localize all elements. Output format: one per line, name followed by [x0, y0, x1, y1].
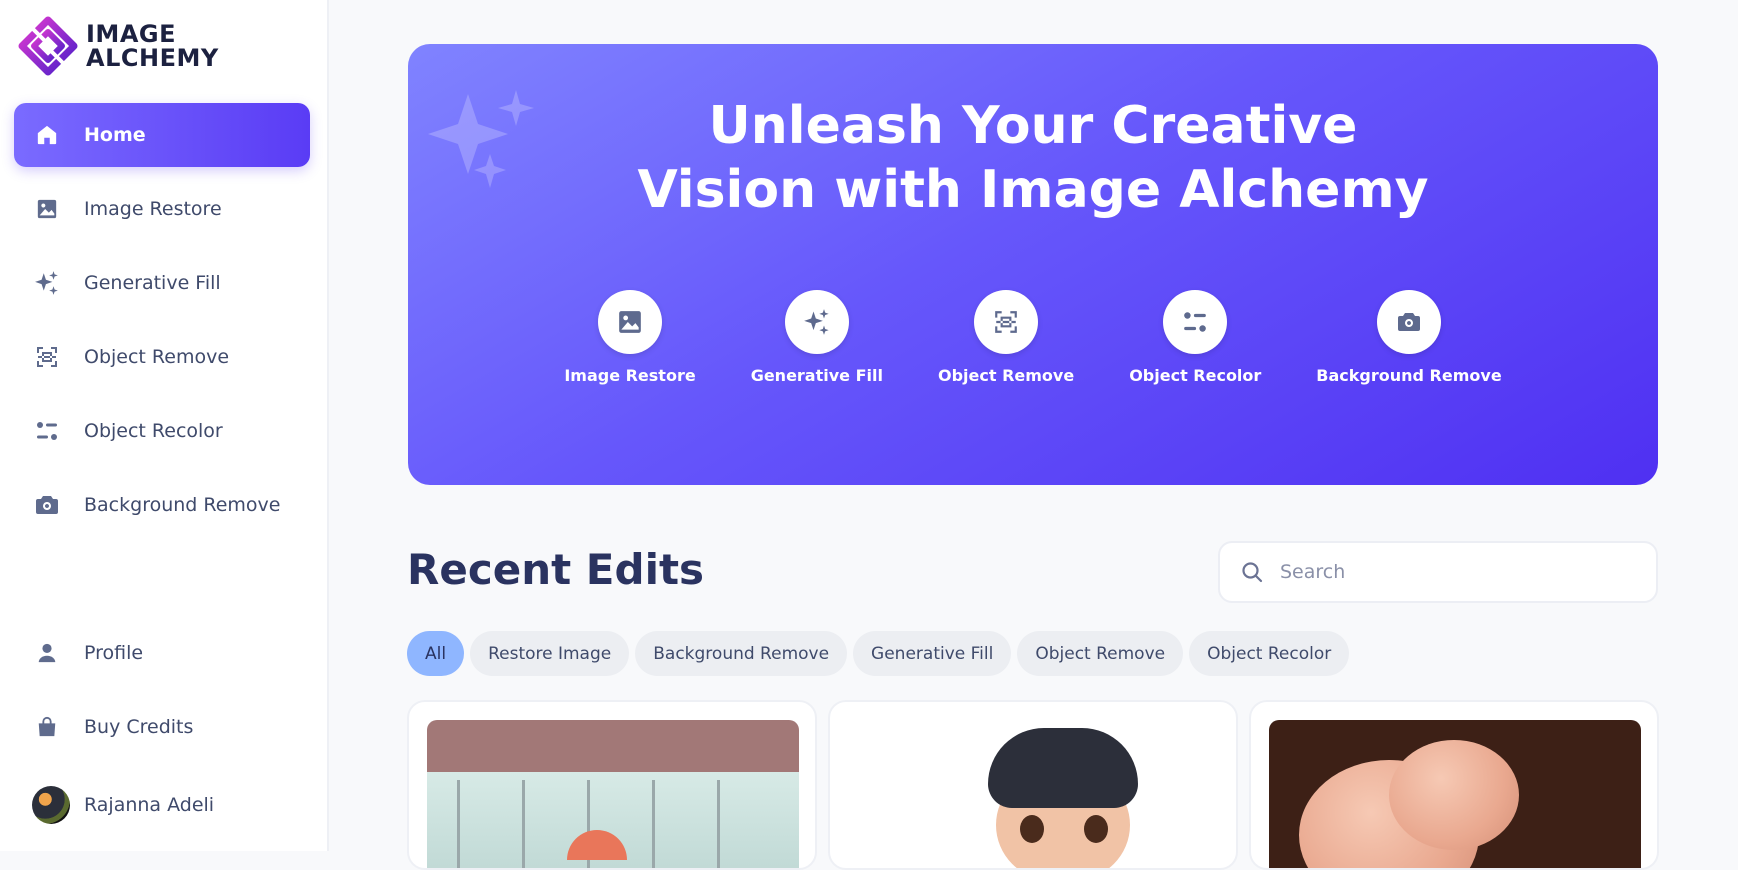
sidebar-item-generative-fill[interactable]: Generative Fill — [14, 251, 310, 315]
scan-icon — [995, 311, 1017, 333]
sidebar-item-object-remove[interactable]: Object Remove — [14, 325, 310, 389]
tool-label: Object Remove — [937, 366, 1075, 385]
hero-tool-generative-fill[interactable]: Generative Fill — [751, 290, 883, 385]
user-profile[interactable]: Rajanna Adeli — [32, 786, 214, 824]
sidebar-item-label: Background Remove — [84, 494, 281, 516]
tool-label: Background Remove — [1316, 366, 1502, 385]
sidebar-item-home[interactable]: Home — [14, 103, 310, 167]
thumbnail-detail — [652, 780, 655, 868]
sparkles-icon — [34, 270, 60, 296]
hero-tool-background-remove[interactable]: Background Remove — [1316, 290, 1502, 385]
tool-button[interactable] — [974, 290, 1039, 354]
search-icon — [1242, 562, 1263, 583]
filter-chip-restore-image[interactable]: Restore Image — [470, 631, 630, 676]
hero-title-line-2: Vision with Image Alchemy — [637, 160, 1429, 220]
camera-icon — [1397, 313, 1420, 331]
sparkles-icon — [803, 309, 829, 335]
tool-button[interactable] — [598, 290, 662, 354]
hero-tools: Image Restore Generative Fill Object Rem… — [408, 290, 1658, 385]
logo-text: IMAGE ALCHEMY — [86, 22, 219, 70]
tool-label: Generative Fill — [750, 366, 883, 385]
sidebar-bottom-nav: Profile Buy Credits — [14, 621, 310, 769]
thumbnail-detail — [522, 780, 525, 868]
thumbnail-detail — [988, 728, 1138, 808]
thumbnail-detail — [1389, 740, 1519, 850]
logo-line-1: IMAGE — [86, 20, 176, 48]
thumbnail-detail — [717, 780, 720, 868]
hero-tool-object-recolor[interactable]: Object Recolor — [1129, 290, 1261, 385]
app-logo[interactable]: IMAGE ALCHEMY — [18, 16, 219, 76]
search-box[interactable] — [1218, 541, 1658, 603]
sidebar-item-image-restore[interactable]: Image Restore — [14, 177, 310, 241]
home-icon — [34, 122, 60, 148]
scan-icon — [34, 344, 60, 370]
bag-icon — [34, 714, 60, 740]
search-input[interactable] — [1280, 561, 1640, 583]
recent-edits-grid — [407, 700, 1659, 870]
user-icon — [34, 640, 60, 666]
logo-line-2: ALCHEMY — [86, 44, 219, 72]
filter-chip-all[interactable]: All — [407, 631, 465, 676]
thumbnail-detail — [457, 780, 460, 868]
sidebar-item-label: Generative Fill — [84, 272, 221, 294]
sidebar-item-label: Profile — [84, 642, 144, 664]
hero-tool-image-restore[interactable]: Image Restore — [564, 290, 696, 385]
tool-button[interactable] — [1376, 290, 1441, 354]
edit-thumbnail — [1269, 720, 1641, 868]
image-icon — [619, 311, 641, 333]
tool-button[interactable] — [784, 290, 849, 354]
sidebar: IMAGE ALCHEMY Home Image Restore Generat… — [0, 0, 329, 851]
filter-chips: All Restore Image Background Remove Gene… — [407, 631, 1355, 676]
camera-icon — [34, 492, 60, 518]
sidebar-item-label: Image Restore — [84, 198, 222, 220]
filter-chip-background-remove[interactable]: Background Remove — [635, 631, 848, 676]
edit-card[interactable] — [828, 700, 1238, 870]
avatar — [32, 786, 70, 824]
filter-chip-object-remove[interactable]: Object Remove — [1017, 631, 1184, 676]
sliders-icon — [1184, 312, 1207, 332]
sliders-icon — [34, 418, 60, 444]
tool-button[interactable] — [1163, 290, 1228, 354]
filter-chip-generative-fill[interactable]: Generative Fill — [853, 631, 1012, 676]
sidebar-item-label: Buy Credits — [84, 716, 194, 738]
sidebar-item-object-recolor[interactable]: Object Recolor — [14, 399, 310, 463]
sidebar-item-background-remove[interactable]: Background Remove — [14, 473, 310, 537]
thumbnail-detail — [1084, 815, 1108, 843]
tool-label: Object Recolor — [1129, 366, 1262, 385]
edit-thumbnail — [427, 720, 799, 868]
sidebar-item-label: Object Remove — [84, 346, 230, 368]
sidebar-nav: Home Image Restore Generative Fill Objec… — [14, 103, 310, 547]
user-name: Rajanna Adeli — [84, 794, 215, 816]
logo-icon — [18, 16, 78, 76]
thumbnail-detail — [1020, 815, 1044, 843]
hero-banner: Unleash Your Creative Vision with Image … — [408, 44, 1658, 485]
sidebar-item-buy-credits[interactable]: Buy Credits — [14, 695, 310, 759]
edit-card[interactable] — [1249, 700, 1659, 870]
filter-chip-object-recolor[interactable]: Object Recolor — [1189, 631, 1350, 676]
hero-tool-object-remove[interactable]: Object Remove — [938, 290, 1074, 385]
sidebar-item-profile[interactable]: Profile — [14, 621, 310, 685]
hero-title-line-1: Unleash Your Creative — [708, 96, 1358, 156]
hero-title: Unleash Your Creative Vision with Image … — [408, 94, 1658, 222]
sidebar-item-label: Object Recolor — [84, 420, 223, 442]
edit-card[interactable] — [407, 700, 817, 870]
edit-thumbnail — [848, 720, 1220, 868]
tool-label: Image Restore — [564, 366, 696, 385]
image-icon — [34, 196, 60, 222]
sidebar-item-label: Home — [84, 124, 146, 146]
recent-edits-title: Recent Edits — [407, 545, 705, 594]
